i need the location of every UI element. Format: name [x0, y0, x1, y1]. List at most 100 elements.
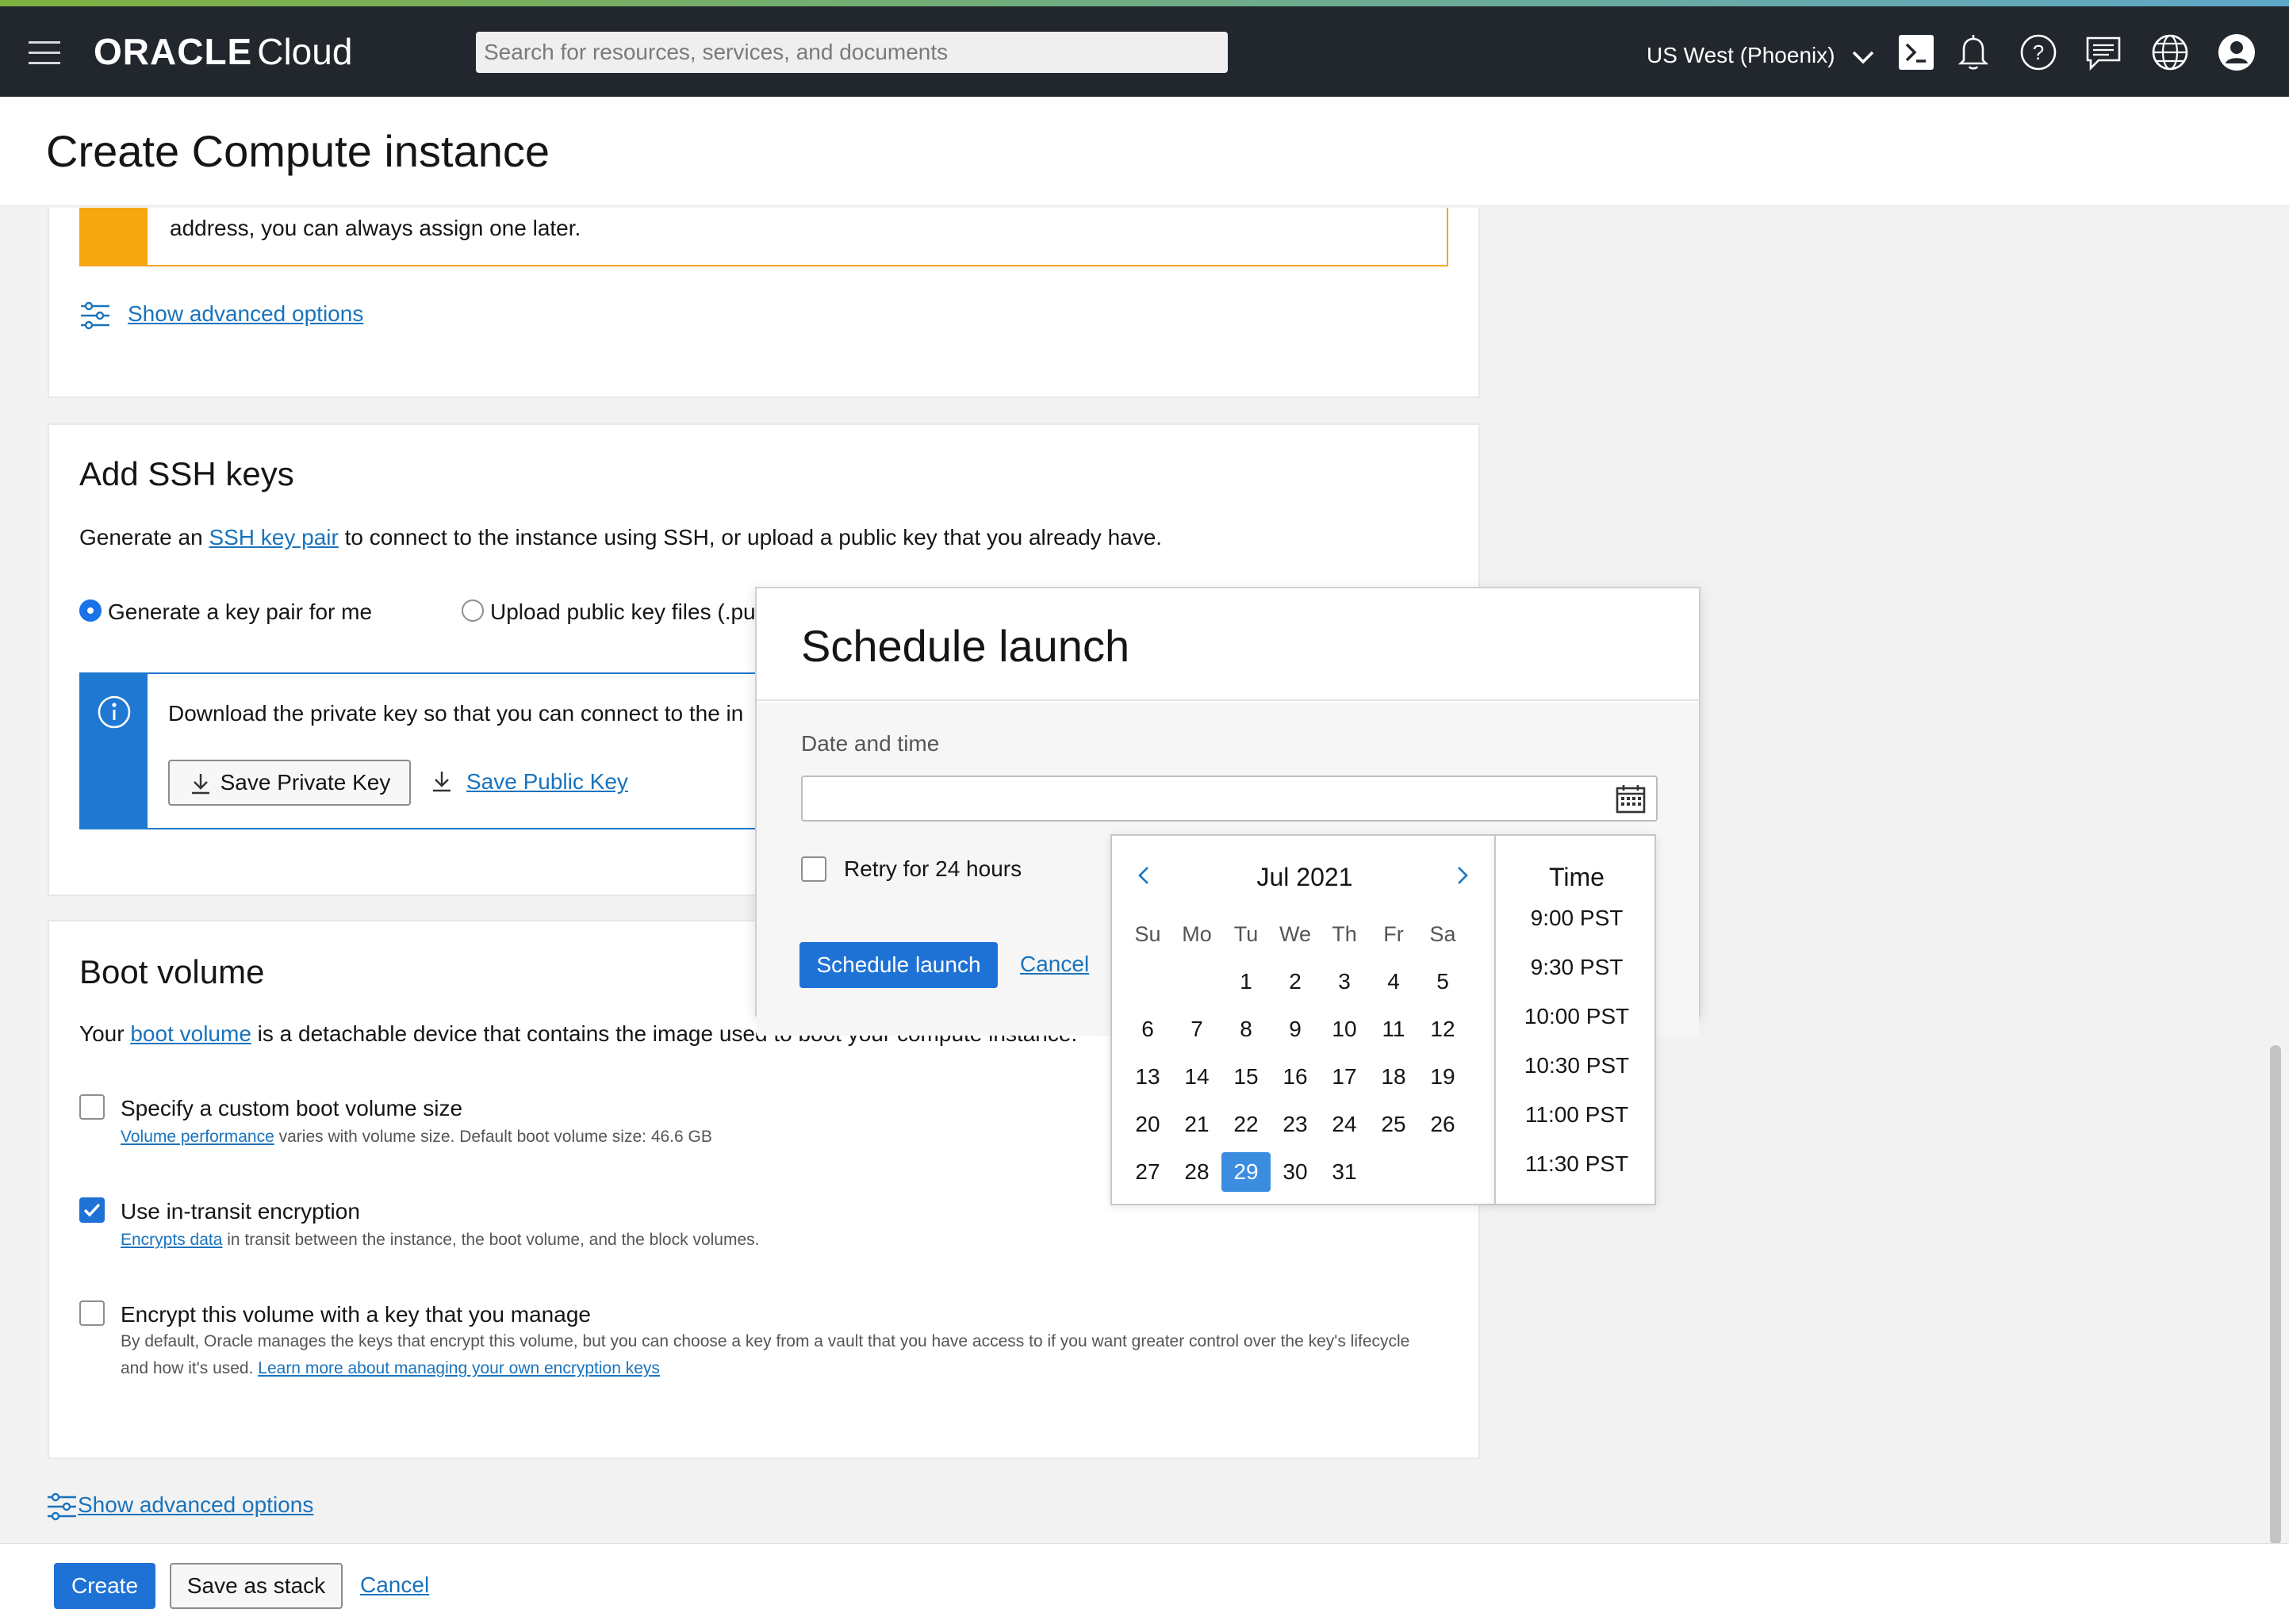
retry-24h-checkbox[interactable] [801, 856, 826, 882]
footer-cancel-link[interactable]: Cancel [360, 1572, 429, 1598]
user-icon[interactable] [2216, 32, 2257, 73]
weekday-label: Tu [1233, 921, 1259, 946]
boot-volume-link[interactable]: boot volume [130, 1021, 251, 1046]
calendar-day[interactable]: 25 [1369, 1105, 1418, 1144]
calendar-day[interactable]: 5 [1418, 962, 1467, 1002]
calendar-day[interactable]: 3 [1320, 962, 1369, 1002]
time-option[interactable]: 10:00 PST [1496, 1004, 1658, 1029]
radio-generate-key[interactable] [79, 599, 102, 622]
globe-icon[interactable] [2149, 32, 2191, 73]
calendar-day[interactable]: 13 [1123, 1057, 1172, 1097]
logo-product: Cloud [257, 31, 353, 72]
menu-icon[interactable] [29, 41, 60, 65]
encrypts-data-link[interactable]: Encrypts data [121, 1231, 222, 1249]
calendar-day[interactable]: 10 [1320, 1009, 1369, 1049]
time-option[interactable]: 10:30 PST [1496, 1053, 1658, 1078]
radio-upload-key[interactable] [462, 599, 484, 622]
calendar-day[interactable]: 31 [1320, 1152, 1369, 1192]
calendar-day[interactable]: 24 [1320, 1105, 1369, 1144]
radio-generate-label: Generate a key pair for me [108, 599, 373, 624]
customer-key-checkbox[interactable] [79, 1300, 105, 1326]
calendar-day[interactable]: 22 [1221, 1105, 1271, 1144]
calendar-day[interactable]: 18 [1369, 1057, 1418, 1097]
in-transit-encryption-help: Encrypts data in transit between the ins… [121, 1231, 759, 1250]
calendar-day[interactable]: 6 [1123, 1009, 1172, 1049]
boot-advanced-link[interactable]: Show advanced options [78, 1492, 313, 1518]
calendar-day[interactable]: 14 [1172, 1057, 1221, 1097]
save-public-key-link[interactable]: Save Public Key [466, 769, 628, 795]
weekday-label: Fr [1383, 921, 1404, 946]
calendar-day[interactable]: 8 [1221, 1009, 1271, 1049]
calendar-day[interactable]: 15 [1221, 1057, 1271, 1097]
networking-advanced-link[interactable]: Show advanced options [128, 301, 363, 327]
calendar-day[interactable]: 28 [1172, 1152, 1221, 1192]
oracle-cloud-logo[interactable]: ORACLE Cloud [94, 30, 352, 73]
custom-boot-size-checkbox[interactable] [79, 1094, 105, 1120]
calendar-day[interactable]: 16 [1271, 1057, 1320, 1097]
save-as-stack-button[interactable]: Save as stack [170, 1563, 343, 1609]
calendar-day[interactable]: 20 [1123, 1105, 1172, 1144]
calendar-icon[interactable] [1615, 783, 1647, 814]
calendar-day[interactable]: 9 [1271, 1009, 1320, 1049]
calendar-day[interactable]: 23 [1271, 1105, 1320, 1144]
help-icon[interactable]: ? [2018, 32, 2059, 73]
calendar-empty-cell [1418, 1152, 1467, 1192]
in-transit-encryption-checkbox[interactable] [79, 1197, 105, 1223]
calendar-day[interactable]: 12 [1418, 1009, 1467, 1049]
logo-brand: ORACLE [94, 31, 253, 72]
search-input[interactable] [476, 32, 1228, 73]
calendar-day[interactable]: 29 [1221, 1152, 1271, 1192]
volume-performance-link[interactable]: Volume performance [121, 1128, 274, 1146]
cloud-shell-icon[interactable] [1896, 32, 1937, 73]
chat-icon[interactable] [2083, 32, 2124, 73]
encryption-keys-learn-more-link[interactable]: Learn more about managing your own encry… [258, 1359, 660, 1377]
time-option[interactable]: 11:30 PST [1496, 1151, 1658, 1177]
weekday-label: Sa [1429, 921, 1456, 946]
dialog-header: Schedule launch [757, 588, 1699, 701]
calendar-day[interactable]: 4 [1369, 962, 1418, 1002]
bell-icon[interactable] [1953, 32, 1994, 73]
customer-key-help-prefix: and how it's used. [121, 1359, 259, 1377]
dialog-cancel-link[interactable]: Cancel [1020, 952, 1089, 977]
ssh-section-title: Add SSH keys [79, 455, 294, 492]
time-option[interactable]: 11:00 PST [1496, 1102, 1658, 1128]
date-time-label: Date and time [801, 731, 940, 756]
calendar-day[interactable]: 1 [1221, 962, 1271, 1002]
page-header: Create Compute instance [0, 97, 2289, 206]
calendar-day[interactable]: 30 [1271, 1152, 1320, 1192]
calendar-month: Jul 2021 [1256, 863, 1353, 891]
warning-stripe [79, 208, 148, 265]
save-private-key-button[interactable]: Save Private Key [168, 760, 411, 806]
custom-boot-size-help: Volume performance varies with volume si… [121, 1128, 712, 1147]
page-scrollbar[interactable] [2270, 1045, 2281, 1545]
schedule-launch-button[interactable]: Schedule launch [799, 942, 998, 988]
download-icon [191, 774, 209, 795]
calendar-day[interactable]: 27 [1123, 1152, 1172, 1192]
create-button[interactable]: Create [54, 1563, 155, 1609]
customer-key-help-line1: By default, Oracle manages the keys that… [121, 1332, 1410, 1350]
region-selector[interactable]: US West (Phoenix) [1647, 43, 1874, 70]
ssh-description: Generate an SSH key pair to connect to t… [79, 525, 1162, 550]
calendar-day[interactable]: 19 [1418, 1057, 1467, 1097]
weekday-label: Th [1332, 921, 1357, 946]
ssh-desc-suffix: to connect to the instance using SSH, or… [338, 525, 1163, 550]
calendar-day[interactable]: 21 [1172, 1105, 1221, 1144]
save-private-key-label: Save Private Key [220, 769, 391, 795]
svg-text:?: ? [2033, 40, 2044, 64]
time-option[interactable]: 9:00 PST [1496, 906, 1658, 931]
ssh-key-pair-link[interactable]: SSH key pair [209, 525, 338, 550]
calendar-day[interactable]: 26 [1418, 1105, 1467, 1144]
calendar-day[interactable]: 17 [1320, 1057, 1369, 1097]
boot-section-title: Boot volume [79, 953, 265, 990]
calendar-day[interactable]: 2 [1271, 962, 1320, 1002]
weekday-label: We [1279, 921, 1311, 946]
date-time-input[interactable] [801, 776, 1658, 822]
time-option[interactable]: 9:30 PST [1496, 955, 1658, 980]
info-icon [98, 695, 131, 729]
calendar-day[interactable]: 7 [1172, 1009, 1221, 1049]
chevron-right-icon[interactable] [1455, 864, 1470, 893]
calendar-day[interactable]: 11 [1369, 1009, 1418, 1049]
date-picker: Jul 2021 Su Mo Tu We Th Fr Sa 1 2 3 4 5 6 7 8 9 10 11 12 13… [1110, 834, 1496, 1205]
calendar-week-row: 6 7 8 9 10 11 12 [1123, 1005, 1488, 1053]
sliders-icon [46, 1492, 78, 1521]
